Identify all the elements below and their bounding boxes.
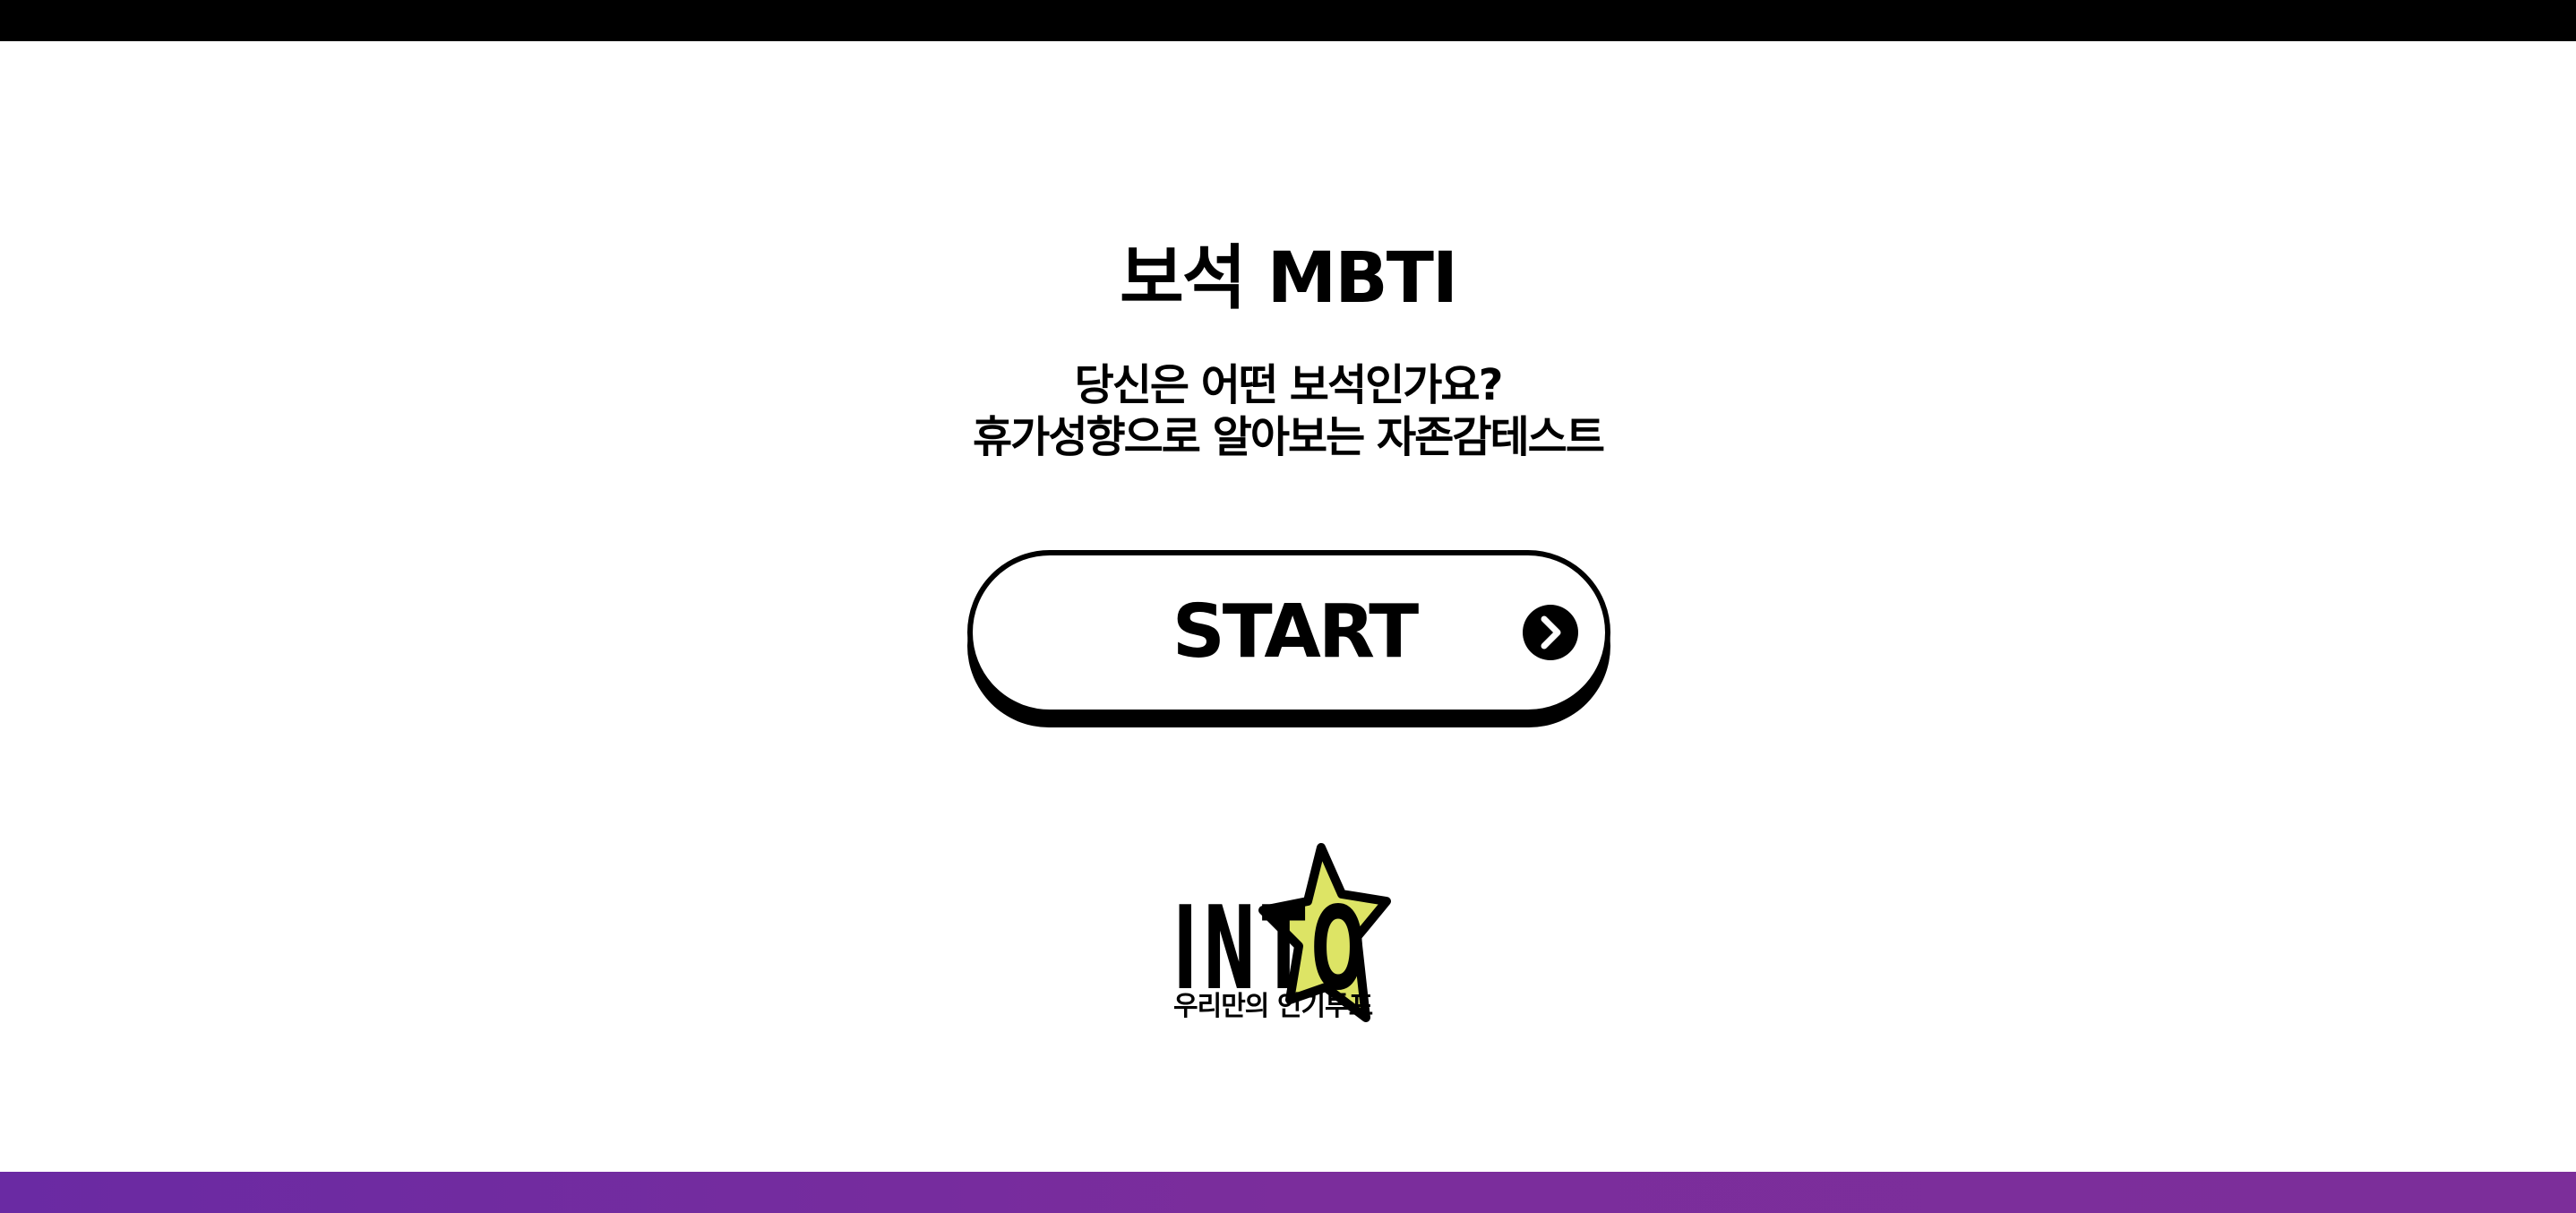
start-button-wrapper: START	[967, 550, 1610, 729]
page: 보석 MBTI 당신은 어떤 보석인가요? 휴가성향으로 알아보는 자존감테스트…	[0, 0, 2576, 1213]
bottom-bar	[0, 1172, 2576, 1213]
top-bar	[0, 0, 2576, 41]
subtitle-line-2: 휴가성향으로 알아보는 자존감테스트	[973, 412, 1605, 462]
page-title: 보석 MBTI	[1120, 238, 1458, 319]
into-logo[interactable]: INTO 우리만의 인기투표	[1164, 839, 1415, 1027]
logo-tagline: 우리만의 인기투표	[1173, 991, 1373, 1022]
chevron-right-circle-icon	[1523, 605, 1578, 660]
start-button[interactable]: START	[967, 550, 1610, 715]
start-button-label: START	[1172, 589, 1419, 675]
